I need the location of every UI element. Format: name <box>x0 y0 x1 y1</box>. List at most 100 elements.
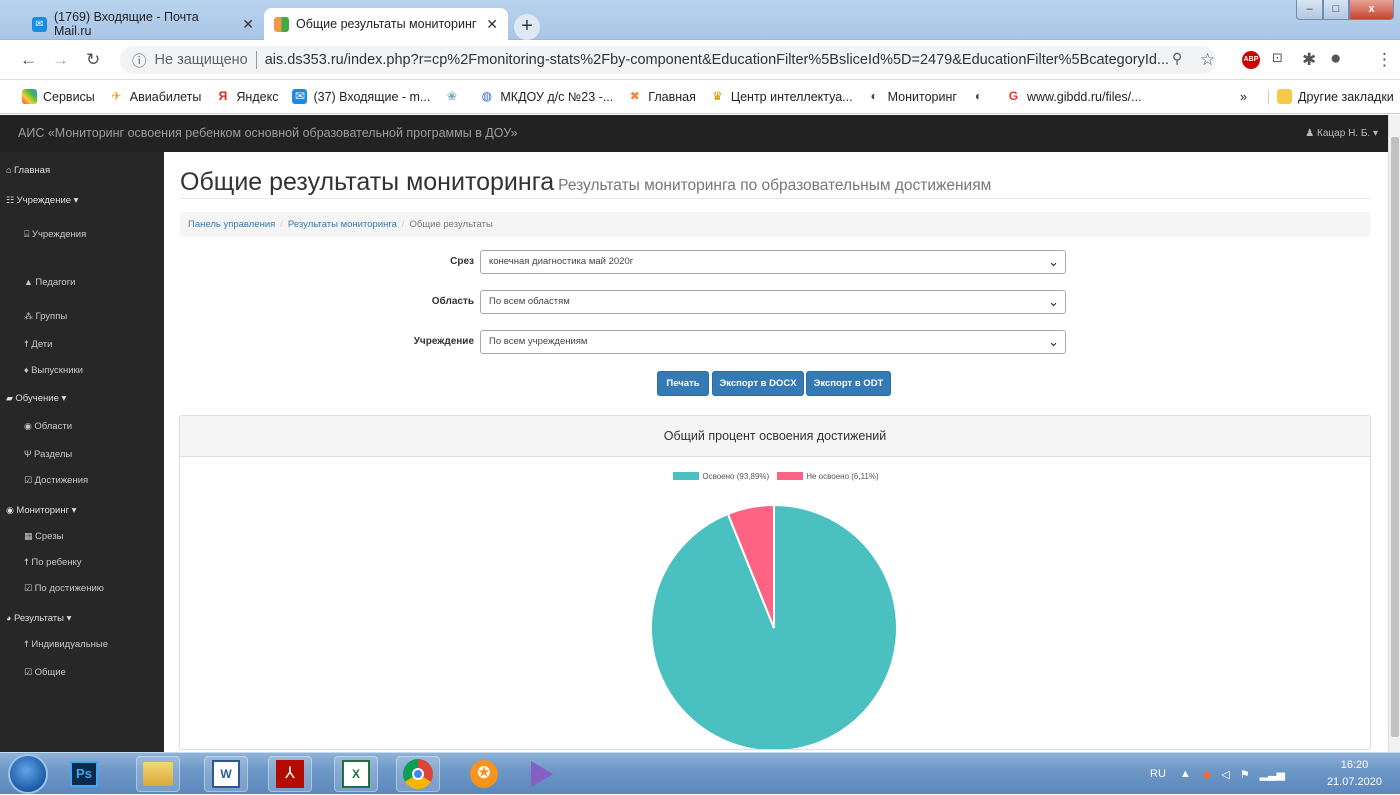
sidebar-item-17[interactable]: ☑ Общие <box>24 662 66 682</box>
url-divider <box>255 51 257 69</box>
sidebar-item-7[interactable]: ▰ Обучение ▾ <box>6 388 66 408</box>
user-icon: ♟ <box>1305 128 1318 139</box>
zoom-icon[interactable]: ⚲ <box>1172 50 1182 67</box>
taskbar-excel[interactable]: X <box>334 756 378 792</box>
maximize-button[interactable]: □ <box>1323 0 1349 20</box>
sidebar-item-1[interactable]: ☷ Учреждение ▾ <box>6 190 78 210</box>
bookmark-label: Главная <box>648 89 696 104</box>
profile-icon[interactable]: ● <box>1330 48 1341 70</box>
tab-mail-close-icon[interactable]: ✕ <box>234 16 254 33</box>
sidebar-item-label: Учреждение ▾ <box>16 195 79 206</box>
taskbar-visual-studio[interactable] <box>520 756 564 792</box>
address-bar[interactable]: ⓘ Не защищено ais.ds353.ru/index.php?r=c… <box>120 46 1216 74</box>
app-title[interactable]: АИС «Мониторинг освоения ребенком основн… <box>18 126 518 140</box>
bookmarks-more-button[interactable]: » <box>1240 90 1247 104</box>
breadcrumb-link-results[interactable]: Результаты мониторинга <box>288 219 397 230</box>
tab-monitoring-close-icon[interactable]: ✕ <box>478 16 498 33</box>
taskbar-photoshop[interactable]: Ps <box>62 756 106 792</box>
sidebar-item-0[interactable]: ⌂ Главная <box>6 160 50 180</box>
app-navbar: АИС «Мониторинг освоения ребенком основн… <box>0 115 1388 152</box>
export-odt-button[interactable]: Экспорт в ODT <box>806 371 891 396</box>
pie-chart <box>650 503 898 749</box>
close-window-button[interactable]: x <box>1349 0 1394 20</box>
bookmark-center[interactable]: ♛ Центр интеллектуа... <box>710 89 853 104</box>
sidebar-item-12[interactable]: ▦ Срезы <box>24 526 63 546</box>
bookmark-services[interactable]: Сервисы <box>22 89 95 104</box>
scrollbar-thumb[interactable] <box>1391 137 1399 737</box>
taskbar-explorer[interactable] <box>136 756 180 792</box>
clock[interactable]: 16:20 21.07.2020 <box>1327 757 1382 791</box>
main-content: Общие результаты мониторинга Результаты м… <box>164 152 1388 752</box>
legend-item[interactable]: Не освоено (6,11%) <box>777 472 879 481</box>
sidebar-item-label: Результаты ▾ <box>13 613 72 624</box>
menu-kebab-icon[interactable]: ⋮ <box>1376 50 1393 70</box>
extensions-puzzle-icon[interactable]: ✱ <box>1302 50 1316 70</box>
bookmark-yandex[interactable]: Я Яндекс <box>215 89 279 104</box>
check-square-icon: ☑ <box>24 475 35 485</box>
filter-slice-select[interactable]: конечная диагностика май 2020г ⌄ <box>480 250 1066 274</box>
sidebar-item-9[interactable]: Ψ Разделы <box>24 444 72 464</box>
sidebar-item-2[interactable]: ⌸ Учреждения <box>24 224 86 244</box>
sidebar-item-label: Учреждения <box>31 229 87 240</box>
bookmark-mkdou[interactable]: ◍ МКДОУ д/с №23 -... <box>479 89 614 104</box>
bookmark-star-icon[interactable]: ☆ <box>1200 50 1215 70</box>
sidebar-item-14[interactable]: ☑ По достижению <box>24 578 104 598</box>
page-subtitle: Результаты мониторинга по образовательны… <box>558 177 992 194</box>
breadcrumb-link-dashboard[interactable]: Панель управления <box>188 219 275 230</box>
tray-app-icon[interactable]: ◆ <box>1203 768 1211 781</box>
language-indicator[interactable]: RU <box>1150 768 1166 780</box>
bookmark-globe[interactable]: ◐ <box>971 89 992 104</box>
security-status: Не защищено <box>154 52 248 68</box>
bookmark-mail[interactable]: ✉ (37) Входящие - m... <box>292 89 430 104</box>
minimize-button[interactable]: – <box>1296 0 1323 20</box>
sidebar-item-3[interactable]: ▲ Педагоги <box>24 272 75 292</box>
print-button[interactable]: Печать <box>657 371 709 396</box>
export-docx-button[interactable]: Экспорт в DOCX <box>712 371 804 396</box>
user-menu[interactable]: ♟ Кацар Н. Б. ▾ <box>1305 115 1378 152</box>
taskbar-word[interactable]: W <box>204 756 248 792</box>
sidebar-item-16[interactable]: ☨ Индивидуальные <box>24 634 108 654</box>
sidebar-item-5[interactable]: ☨ Дети <box>24 334 52 354</box>
sidebar-item-label: Общие <box>34 667 66 678</box>
flag-icon[interactable]: ⚑ <box>1240 768 1250 781</box>
legend-item[interactable]: Освоено (93,89%) <box>673 472 769 481</box>
bookmark-main[interactable]: ✖ Главная <box>627 89 696 104</box>
bookmark-flower[interactable]: ❀ <box>444 89 465 104</box>
start-button[interactable] <box>8 754 48 794</box>
network-icon[interactable]: ▂▃▅ <box>1260 768 1285 781</box>
back-icon[interactable]: ← <box>20 50 37 70</box>
filter-area-value: По всем областям <box>489 296 570 307</box>
filter-area-select[interactable]: По всем областям ⌄ <box>480 290 1066 314</box>
taskbar-odnoklassniki[interactable]: ✪ <box>462 756 506 792</box>
tray-expand-icon[interactable]: ▲ <box>1180 768 1191 780</box>
sidebar-item-10[interactable]: ☑ Достижения <box>24 470 88 490</box>
sidebar-item-13[interactable]: ☨ По ребенку <box>24 552 82 572</box>
bookmark-monitoring[interactable]: ◐ Мониторинг <box>867 89 956 104</box>
other-bookmarks[interactable]: Другие закладки <box>1268 89 1394 104</box>
sidebar-item-6[interactable]: ♦ Выпускники <box>24 360 83 380</box>
forward-icon[interactable]: → <box>52 50 69 70</box>
tab-mail[interactable]: ✉ (1769) Входящие - Почта Mail.ru ✕ <box>22 8 264 40</box>
sidebar-item-8[interactable]: ◉ Области <box>24 416 72 436</box>
legend-swatch <box>777 472 804 480</box>
apps-grid-icon <box>22 89 37 104</box>
taskbar-chrome[interactable] <box>396 756 440 792</box>
bookmark-label: МКДОУ д/с №23 -... <box>500 89 614 104</box>
flower-icon: ❀ <box>446 89 457 103</box>
new-tab-button[interactable]: + <box>514 14 540 40</box>
filter-institution-select[interactable]: По всем учреждениям ⌄ <box>480 330 1066 354</box>
adblock-icon[interactable]: ABP <box>1242 51 1260 69</box>
sidebar-item-11[interactable]: ◉ Мониторинг ▾ <box>6 500 76 520</box>
bookmark-label: Сервисы <box>43 89 95 104</box>
tab-monitoring[interactable]: Общие результаты мониторинг ✕ <box>264 8 508 40</box>
bookmark-flights[interactable]: ✈ Авиабилеты <box>109 89 201 104</box>
bookmark-gibdd[interactable]: Gwww.gibdd.ru/files/... <box>1006 89 1142 104</box>
taskbar-acrobat[interactable]: ⅄ <box>268 756 312 792</box>
app-icon <box>274 16 289 32</box>
sidebar-item-4[interactable]: ⁂ Группы <box>24 306 67 326</box>
page-scrollbar[interactable] <box>1388 115 1400 752</box>
reload-icon[interactable]: ↻ <box>86 50 100 70</box>
extension-search-icon[interactable]: ⊡ <box>1272 50 1283 66</box>
sidebar-item-15[interactable]: ◕ Результаты ▾ <box>6 608 71 628</box>
volume-icon[interactable]: ◁ <box>1221 768 1229 781</box>
